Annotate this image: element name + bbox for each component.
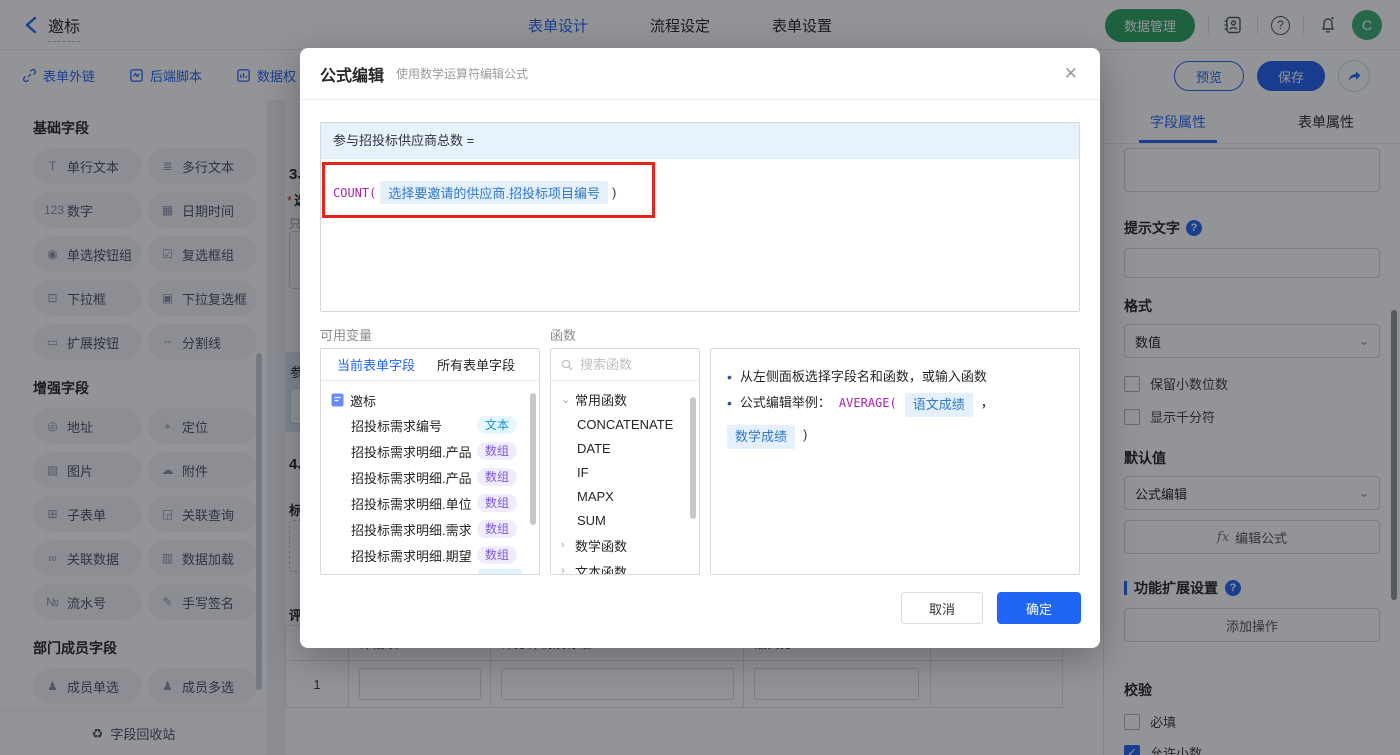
formula-editor-modal: 公式编辑 使用数学运算符编辑公式 ✕ 参与招投标供应商总数 = COUNT( 选…: [300, 48, 1100, 648]
function-token[interactable]: COUNT(: [333, 186, 376, 200]
tab-all-form-fields[interactable]: 所有表单字段: [437, 355, 515, 374]
modal-subtitle: 使用数学运算符编辑公式: [396, 67, 529, 81]
example-chip: 数学成绩: [727, 425, 796, 449]
variable-field-name: 招投标需求明细.期望...: [351, 548, 471, 564]
formula-expression[interactable]: COUNT( 选择要邀请的供应商.招投标项目编号 ): [333, 181, 616, 204]
function-item[interactable]: CONCATENATE: [551, 412, 699, 436]
close-paren: ): [611, 185, 617, 200]
example-chip: 语文成绩: [904, 393, 973, 417]
chevron-collapsed-icon: ›: [561, 565, 565, 575]
help-panel: • 从左侧面板选择字段名和函数，或输入函数 • 公式编辑举例： AVERAGE(…: [710, 348, 1080, 575]
function-search-input[interactable]: [580, 357, 680, 372]
function-group-common[interactable]: ⌄ 常用函数: [551, 386, 699, 412]
common-function-list: CONCATENATE DATE IF MAPX SUM: [551, 412, 699, 532]
help-line-1: • 从左侧面板选择字段名和函数，或输入函数: [727, 369, 987, 385]
help-line-2: • 公式编辑举例： AVERAGE( 语文成绩 ， 数学成绩 ): [727, 393, 1063, 449]
modal-header: 公式编辑 使用数学运算符编辑公式: [300, 48, 1100, 100]
functions-panel: ⌄ 常用函数 CONCATENATE DATE IF MAPX SUM: [550, 348, 700, 575]
variable-field-list: 招投标需求编号 文本 招投标需求明细.产品... 数组 招投标需求明细.产品..…: [331, 412, 531, 568]
chevron-expanded-icon: ⌄: [561, 393, 571, 406]
function-group-text[interactable]: › 文本函数: [551, 558, 699, 575]
tab-current-form-fields[interactable]: 当前表单字段: [337, 355, 415, 374]
variable-type-tag: 文本: [476, 416, 517, 434]
form-tree-root[interactable]: 邀标: [331, 388, 531, 412]
variable-field-name: 招投标需求明细.产品...: [351, 444, 471, 460]
variable-field-item[interactable]: 招投标需求明细.单位 数组: [331, 490, 531, 516]
variable-type-tag: 数组: [476, 442, 517, 460]
modal-title: 公式编辑: [320, 67, 385, 85]
variables-scrollbar[interactable]: [530, 393, 536, 525]
function-group-math[interactable]: › 数学函数: [551, 532, 699, 558]
variable-field-name: 招投标需求明细.产品...: [351, 470, 471, 486]
variable-type-tag: 数组: [476, 546, 517, 564]
document-icon: [331, 393, 344, 407]
variable-type-tag: 数组: [476, 468, 517, 486]
variable-field-name: 招投标需求明细.单位: [351, 496, 471, 512]
formula-target-field: 参与招投标供应商总数 =: [321, 123, 1079, 159]
window-scrollbar[interactable]: [1391, 310, 1397, 600]
variables-label: 可用变量: [320, 328, 373, 343]
variable-field-item[interactable]: 招投标需求明细.产品... 数组: [331, 438, 531, 464]
formula-input-area[interactable]: COUNT( 选择要邀请的供应商.招投标项目编号 ): [321, 159, 1079, 311]
function-search[interactable]: [551, 349, 699, 381]
variable-field-item[interactable]: 招投标需求明细.期望... 数组: [331, 542, 531, 568]
app-window: 邀标 表单设计 流程设定 表单设置 数据管理 ? C 表单外链 后端脚本 数据权…: [0, 0, 1400, 755]
cancel-button[interactable]: 取消: [901, 592, 983, 624]
functions-label: 函数: [550, 328, 577, 343]
variable-type-tag: 数组: [476, 520, 517, 538]
variables-panel: 当前表单字段 所有表单字段 邀标 招投标需求编号 文本 招投标需求明细.产品..…: [320, 348, 540, 575]
function-item[interactable]: DATE: [551, 436, 699, 460]
chevron-collapsed-icon: ›: [561, 539, 565, 551]
functions-scrollbar[interactable]: [690, 397, 696, 519]
form-tree-root-label: 邀标: [350, 393, 377, 409]
variable-field-item[interactable]: 招投标需求编号 文本: [331, 412, 531, 438]
variable-field-name: 招投标需求明细.需求...: [351, 522, 471, 538]
clipped-next-row: [478, 569, 522, 574]
function-item[interactable]: MAPX: [551, 484, 699, 508]
formula-editor: 参与招投标供应商总数 = COUNT( 选择要邀请的供应商.招投标项目编号 ): [320, 122, 1080, 312]
bullet: •: [727, 395, 732, 411]
search-icon: [561, 359, 573, 370]
bullet: •: [727, 369, 732, 385]
function-item[interactable]: IF: [551, 460, 699, 484]
variable-field-item[interactable]: 招投标需求明细.产品... 数组: [331, 464, 531, 490]
function-token: AVERAGE(: [838, 396, 897, 410]
field-reference-chip[interactable]: 选择要邀请的供应商.招投标项目编号: [380, 181, 608, 204]
close-icon[interactable]: ✕: [1064, 64, 1078, 84]
variable-type-tag: 数组: [476, 494, 517, 512]
variable-field-item[interactable]: 招投标需求明细.需求... 数组: [331, 516, 531, 542]
confirm-button[interactable]: 确定: [997, 592, 1081, 624]
variable-field-name: 招投标需求编号: [351, 418, 443, 434]
function-item[interactable]: SUM: [551, 508, 699, 532]
